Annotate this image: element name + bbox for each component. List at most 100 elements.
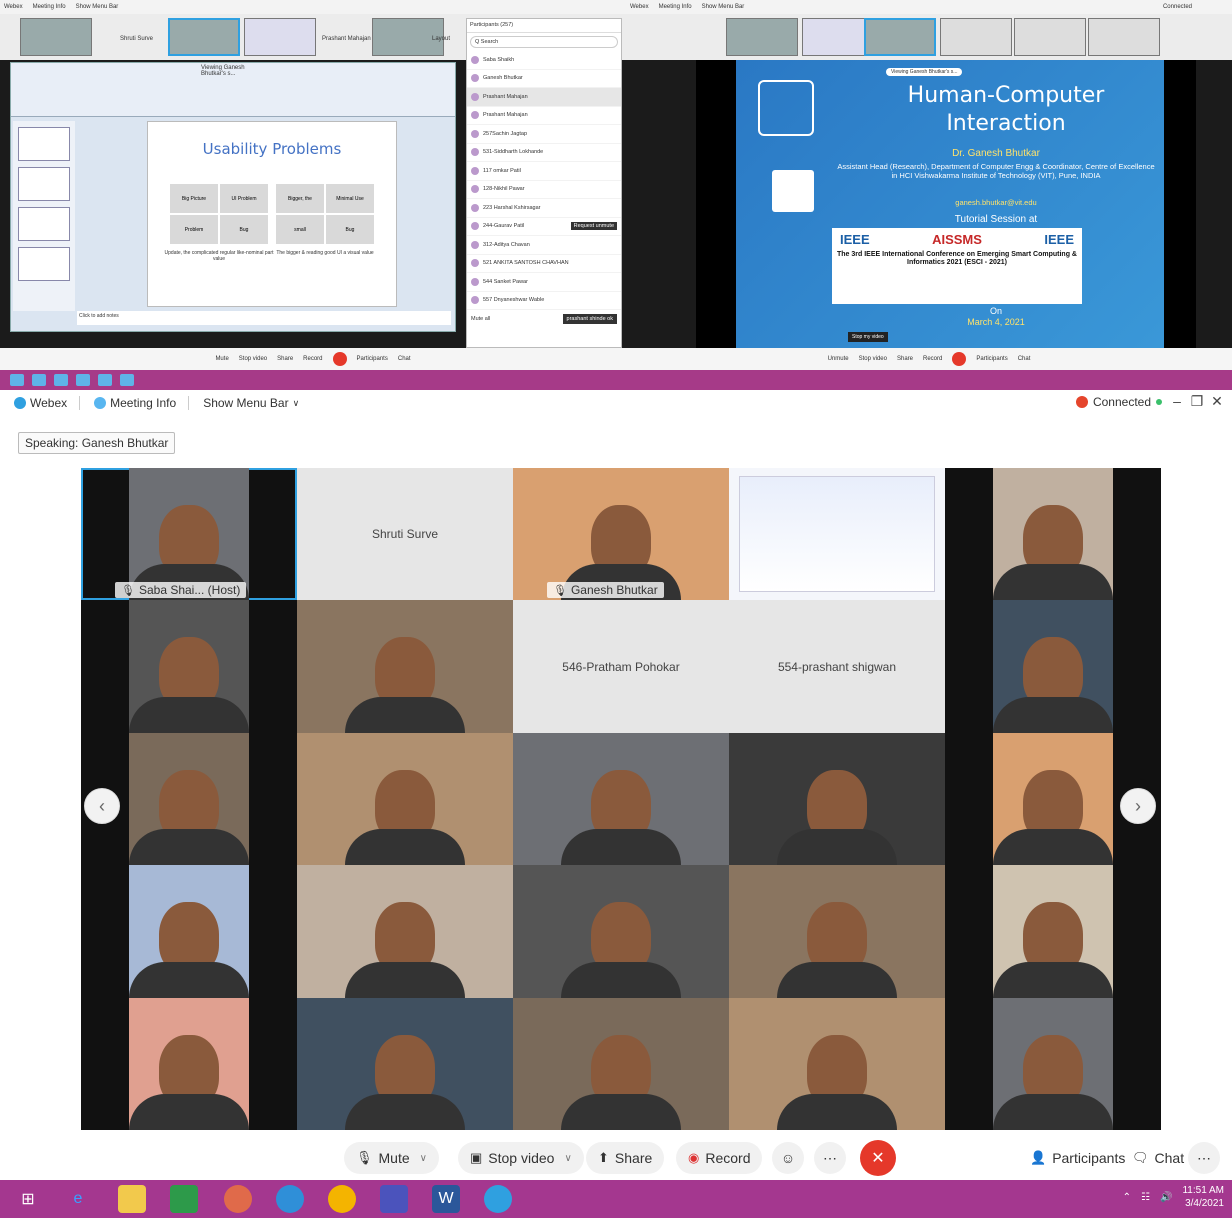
mini-menu-show-menu-bar[interactable]: Show Menu Bar <box>76 4 119 10</box>
participant-row[interactable]: 521 ANKITA SANTOSH CHAVHAN <box>467 255 621 273</box>
mini-stop-video-button[interactable]: Stop video <box>239 356 267 362</box>
participants-search[interactable]: Q Search <box>470 36 618 48</box>
participant-row[interactable]: 312-Aditya Chavan <box>467 236 621 255</box>
mini-end-call-icon[interactable] <box>332 352 347 366</box>
chrome-icon[interactable] <box>328 1185 356 1213</box>
participant-row[interactable]: 244-Gaurav Patil Request unmute <box>467 218 621 236</box>
participant-row[interactable]: 117 omkar Patil <box>467 162 621 181</box>
participant-row[interactable]: Prashant Mahajan <box>467 107 621 125</box>
restore-icon[interactable]: ❐ <box>1188 393 1206 410</box>
mini-participants-button[interactable]: Participants <box>357 356 388 362</box>
taskbar-app-icon[interactable] <box>54 374 68 386</box>
internet-explorer-icon[interactable]: e <box>64 1185 92 1213</box>
participant-tile[interactable] <box>513 997 729 1130</box>
taskbar-app-icon[interactable] <box>120 374 134 386</box>
chevron-down-icon[interactable]: ∨ <box>564 1153 571 1164</box>
close-icon[interactable]: ✕ <box>1208 393 1226 410</box>
participant-row[interactable]: 128-Nikhil Pawar <box>467 181 621 199</box>
participant-tile-no-video[interactable]: 554-prashant shigwan <box>729 600 945 733</box>
mini-thumb[interactable] <box>168 18 240 56</box>
taskbar-app-icon[interactable] <box>32 374 46 386</box>
mini-chat-button[interactable]: Chat <box>398 356 411 362</box>
participant-tile[interactable]: 🎙 Saba Shai... (Host) <box>81 468 297 601</box>
mini-record-button[interactable]: Record <box>923 356 942 362</box>
mini-layout-label[interactable]: Layout <box>432 36 450 42</box>
mini-thumb[interactable] <box>864 18 936 56</box>
paint-icon[interactable] <box>224 1185 252 1213</box>
mini-menu-meeting-info[interactable]: Meeting Info <box>33 4 66 10</box>
mini-stop-video-button[interactable]: Stop video <box>859 356 887 362</box>
reactions-button[interactable]: ☺ <box>772 1142 804 1174</box>
mini-thumb[interactable] <box>1014 18 1086 56</box>
participant-row[interactable]: Ganesh Bhutkar <box>467 70 621 88</box>
chat-button[interactable]: 🗨 Chat <box>1120 1142 1196 1174</box>
ppt-slide-thumbnails[interactable] <box>13 121 75 311</box>
clock[interactable]: 11:51 AM 3/4/2021 <box>1182 1184 1224 1210</box>
participant-tile-no-video[interactable]: 546-Pratham Pohokar <box>513 600 729 733</box>
taskbar-app-icon[interactable] <box>98 374 112 386</box>
participant-tile[interactable] <box>729 865 945 998</box>
mini-record-button[interactable]: Record <box>303 356 322 362</box>
webex-taskbar-icon[interactable] <box>484 1185 512 1213</box>
participant-tile[interactable] <box>81 600 297 733</box>
participant-tile[interactable] <box>945 468 1161 601</box>
participant-row[interactable]: 557 Dnyaneshwar Wable <box>467 292 621 310</box>
participant-tile[interactable] <box>513 865 729 998</box>
participant-tile[interactable] <box>945 865 1161 998</box>
participant-row[interactable]: 257Sachin Jagtap <box>467 125 621 144</box>
store-icon[interactable] <box>170 1185 198 1213</box>
panel-more-button[interactable]: ⋯ <box>1188 1142 1220 1174</box>
menu-show-menu-bar[interactable]: Show Menu Bar ∨ <box>203 396 299 410</box>
menu-webex[interactable]: Webex <box>14 396 67 410</box>
participant-tile[interactable] <box>513 732 729 866</box>
participant-row[interactable]: 223 Harshal Kshirsagar <box>467 199 621 218</box>
network-icon[interactable]: ☷ <box>1141 1192 1150 1203</box>
participant-tile[interactable] <box>729 997 945 1130</box>
word-icon[interactable]: W <box>432 1185 460 1213</box>
mini-thumb[interactable] <box>1088 18 1160 56</box>
end-meeting-button[interactable]: ✕ <box>860 1140 896 1176</box>
participant-tile[interactable] <box>297 997 513 1130</box>
mini-thumb[interactable] <box>244 18 316 56</box>
chevron-down-icon[interactable]: ∨ <box>420 1153 427 1164</box>
ppt-ribbon[interactable]: Viewing Ganesh Bhutkar's s... <box>11 63 455 117</box>
connection-status[interactable]: Connected <box>1075 395 1162 409</box>
mini-menu-webex[interactable]: Webex <box>630 4 649 10</box>
mini-menu-show-menu-bar[interactable]: Show Menu Bar <box>702 4 745 10</box>
stop-my-video-button[interactable]: Stop my video <box>848 332 888 342</box>
participant-tile-shared-content[interactable] <box>729 468 945 601</box>
mini-thumb[interactable] <box>940 18 1012 56</box>
edge-icon[interactable] <box>276 1185 304 1213</box>
mini-share-button[interactable]: Share <box>277 356 293 362</box>
participant-tile[interactable] <box>81 865 297 998</box>
file-explorer-icon[interactable] <box>118 1185 146 1213</box>
volume-icon[interactable]: 🔊 <box>1160 1192 1172 1203</box>
request-unmute-button[interactable]: Request unmute <box>570 222 617 231</box>
start-windows-icon[interactable]: ⊞ <box>14 1185 42 1213</box>
mini-unmute-button[interactable]: Unmute <box>828 356 849 362</box>
participant-tile[interactable] <box>945 600 1161 733</box>
participant-tile[interactable] <box>297 865 513 998</box>
ppt-notes[interactable]: Click to add notes <box>77 311 451 325</box>
mini-thumb[interactable] <box>20 18 92 56</box>
mini-share-button[interactable]: Share <box>897 356 913 362</box>
participant-row[interactable]: Prashant Mahajan <box>467 88 621 107</box>
participant-row[interactable]: 544 Sanket Pawar <box>467 273 621 292</box>
participant-row[interactable]: Saba Shaikh <box>467 51 621 70</box>
participant-tile[interactable] <box>945 997 1161 1130</box>
record-button[interactable]: ◉ Record <box>676 1142 763 1174</box>
mini-participants-button[interactable]: Participants <box>976 356 1007 362</box>
participant-tile[interactable]: 🎙 Ganesh Bhutkar <box>513 468 729 601</box>
mini-chat-button[interactable]: Chat <box>1018 356 1031 362</box>
more-options-button[interactable]: ⋯ <box>814 1142 846 1174</box>
mute-button[interactable]: 🎙 Mute ∨ <box>344 1142 439 1174</box>
participant-row[interactable]: 531-Siddharth Lokhande <box>467 144 621 162</box>
mute-all-button[interactable]: Mute all <box>471 316 490 322</box>
participant-tile[interactable] <box>297 600 513 733</box>
teams-icon[interactable] <box>380 1185 408 1213</box>
participant-tile[interactable] <box>81 997 297 1130</box>
participant-tile-no-video[interactable]: Shruti Surve <box>297 468 513 601</box>
participant-tile[interactable] <box>297 732 513 866</box>
mini-menu-webex[interactable]: Webex <box>4 4 23 10</box>
mini-menu-meeting-info[interactable]: Meeting Info <box>659 4 692 10</box>
